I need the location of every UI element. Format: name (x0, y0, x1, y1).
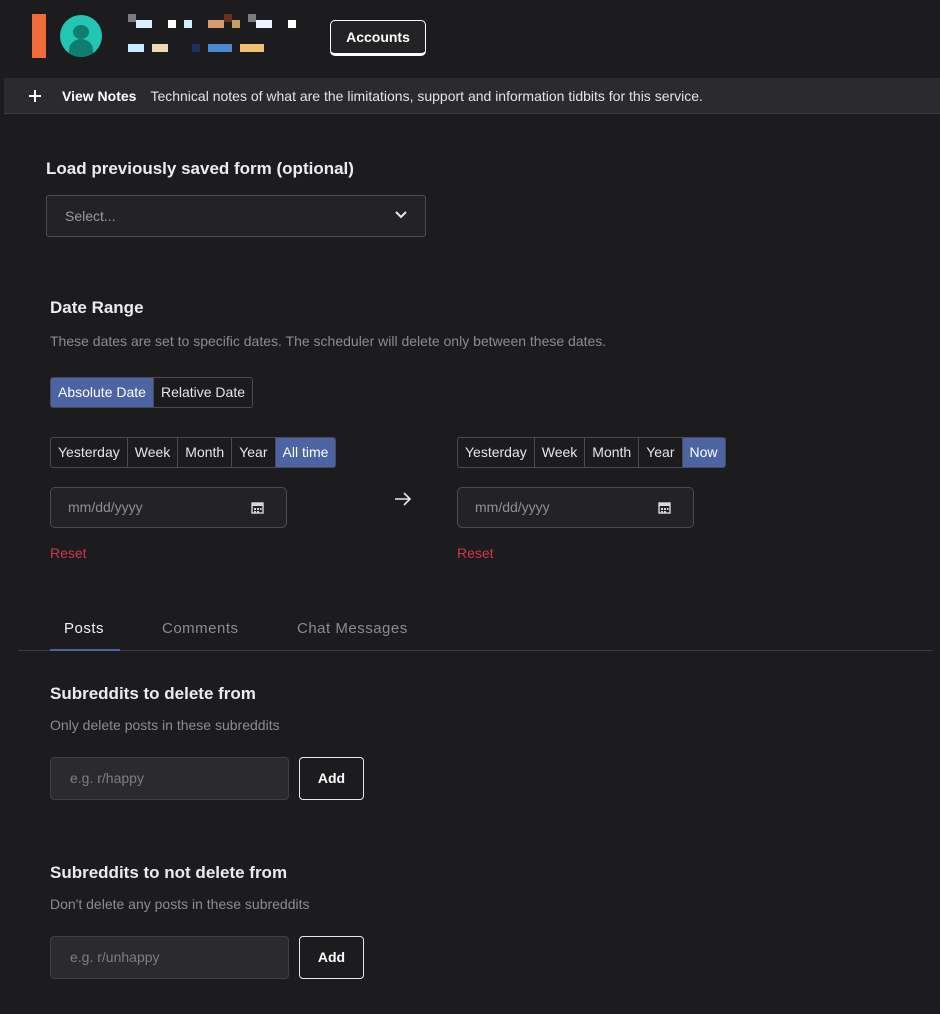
end-reset-link[interactable]: Reset (457, 545, 494, 561)
end-preset-month[interactable]: Month (585, 438, 640, 467)
saved-form-placeholder: Select... (65, 208, 116, 224)
tab-comments[interactable]: Comments (162, 620, 239, 637)
end-date-placeholder: mm/dd/yyyy (475, 499, 550, 515)
start-date-placeholder: mm/dd/yyyy (68, 499, 143, 515)
start-preset-week[interactable]: Week (128, 438, 179, 467)
exclude-subreddit-placeholder: e.g. r/unhappy (70, 949, 160, 965)
start-date-presets: Yesterday Week Month Year All time (50, 437, 337, 468)
calendar-icon[interactable] (658, 501, 671, 514)
plus-icon[interactable] (28, 86, 48, 106)
redacted-username (128, 14, 298, 54)
start-preset-yesterday[interactable]: Yesterday (51, 438, 128, 467)
start-reset-link[interactable]: Reset (50, 545, 87, 561)
date-mode-toggle: Absolute Date Relative Date (50, 377, 253, 408)
start-preset-month[interactable]: Month (178, 438, 233, 467)
tab-posts[interactable]: Posts (64, 620, 104, 637)
include-add-button[interactable]: Add (299, 757, 364, 800)
start-preset-all-time[interactable]: All time (275, 438, 336, 467)
avatar-body (69, 39, 93, 57)
tab-chat-messages[interactable]: Chat Messages (297, 620, 408, 637)
calendar-icon[interactable] (251, 501, 264, 514)
tab-absolute-date[interactable]: Absolute Date (51, 378, 154, 407)
accounts-button[interactable]: Accounts (330, 20, 426, 56)
tabs-divider (18, 650, 932, 651)
saved-form-select[interactable]: Select... (46, 195, 426, 237)
date-range-title: Date Range (50, 298, 144, 317)
include-subreddits-title: Subreddits to delete from (50, 684, 256, 703)
exclude-add-button[interactable]: Add (299, 936, 364, 979)
end-preset-now[interactable]: Now (682, 438, 725, 467)
view-notes-label[interactable]: View Notes (62, 88, 136, 104)
end-preset-year[interactable]: Year (639, 438, 683, 467)
view-notes-bar[interactable]: View Notes Technical notes of what are t… (4, 78, 940, 114)
end-date-input[interactable]: mm/dd/yyyy (457, 487, 694, 528)
avatar-head (73, 25, 89, 39)
avatar[interactable] (60, 15, 102, 57)
start-preset-year[interactable]: Year (232, 438, 276, 467)
exclude-subreddit-input[interactable]: e.g. r/unhappy (50, 936, 289, 979)
date-range-description: These dates are set to specific dates. T… (50, 333, 607, 349)
start-date-input[interactable]: mm/dd/yyyy (50, 487, 287, 528)
saved-form-label: Load previously saved form (optional) (46, 159, 354, 178)
end-preset-yesterday[interactable]: Yesterday (458, 438, 535, 467)
notes-text: Technical notes of what are the limitati… (150, 87, 703, 104)
tab-relative-date[interactable]: Relative Date (154, 378, 252, 407)
include-subreddit-input[interactable]: e.g. r/happy (50, 757, 289, 800)
end-preset-week[interactable]: Week (535, 438, 586, 467)
exclude-subreddits-description: Don't delete any posts in these subreddi… (50, 896, 310, 912)
include-subreddits-description: Only delete posts in these subreddits (50, 717, 280, 733)
include-subreddit-placeholder: e.g. r/happy (70, 770, 144, 786)
chevron-down-icon (395, 211, 407, 219)
active-tab-indicator (50, 649, 120, 651)
exclude-subreddits-title: Subreddits to not delete from (50, 863, 288, 882)
brand-bar (32, 14, 46, 58)
end-date-presets: Yesterday Week Month Year Now (457, 437, 726, 468)
arrow-right-icon (395, 492, 412, 506)
